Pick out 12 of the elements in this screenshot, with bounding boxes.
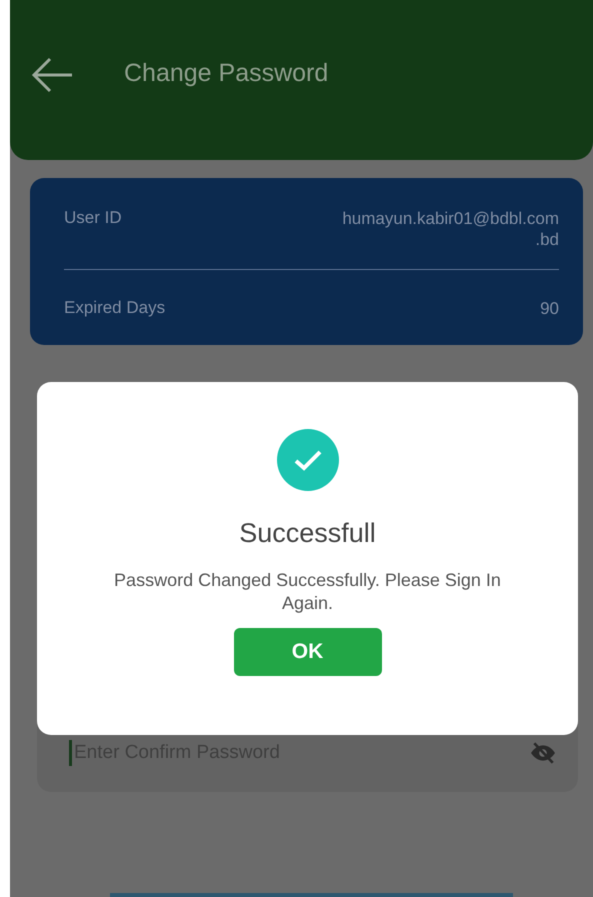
dialog-message: Password Changed Successfully. Please Sign In Again. xyxy=(113,569,502,614)
back-arrow-icon[interactable] xyxy=(30,55,74,95)
screen-title: Change Password xyxy=(124,59,328,88)
text-cursor xyxy=(69,740,72,766)
info-label: Expired Days xyxy=(64,298,166,318)
check-circle-icon xyxy=(276,428,340,492)
info-label: User ID xyxy=(64,208,122,228)
ok-button[interactable]: OK xyxy=(234,628,382,676)
eye-slash-icon[interactable] xyxy=(530,740,556,766)
info-value: 90 xyxy=(539,298,559,319)
info-value: humayun.kabir01@bdbl.com .bd xyxy=(341,208,559,250)
dialog-title: Successfull xyxy=(239,518,376,549)
